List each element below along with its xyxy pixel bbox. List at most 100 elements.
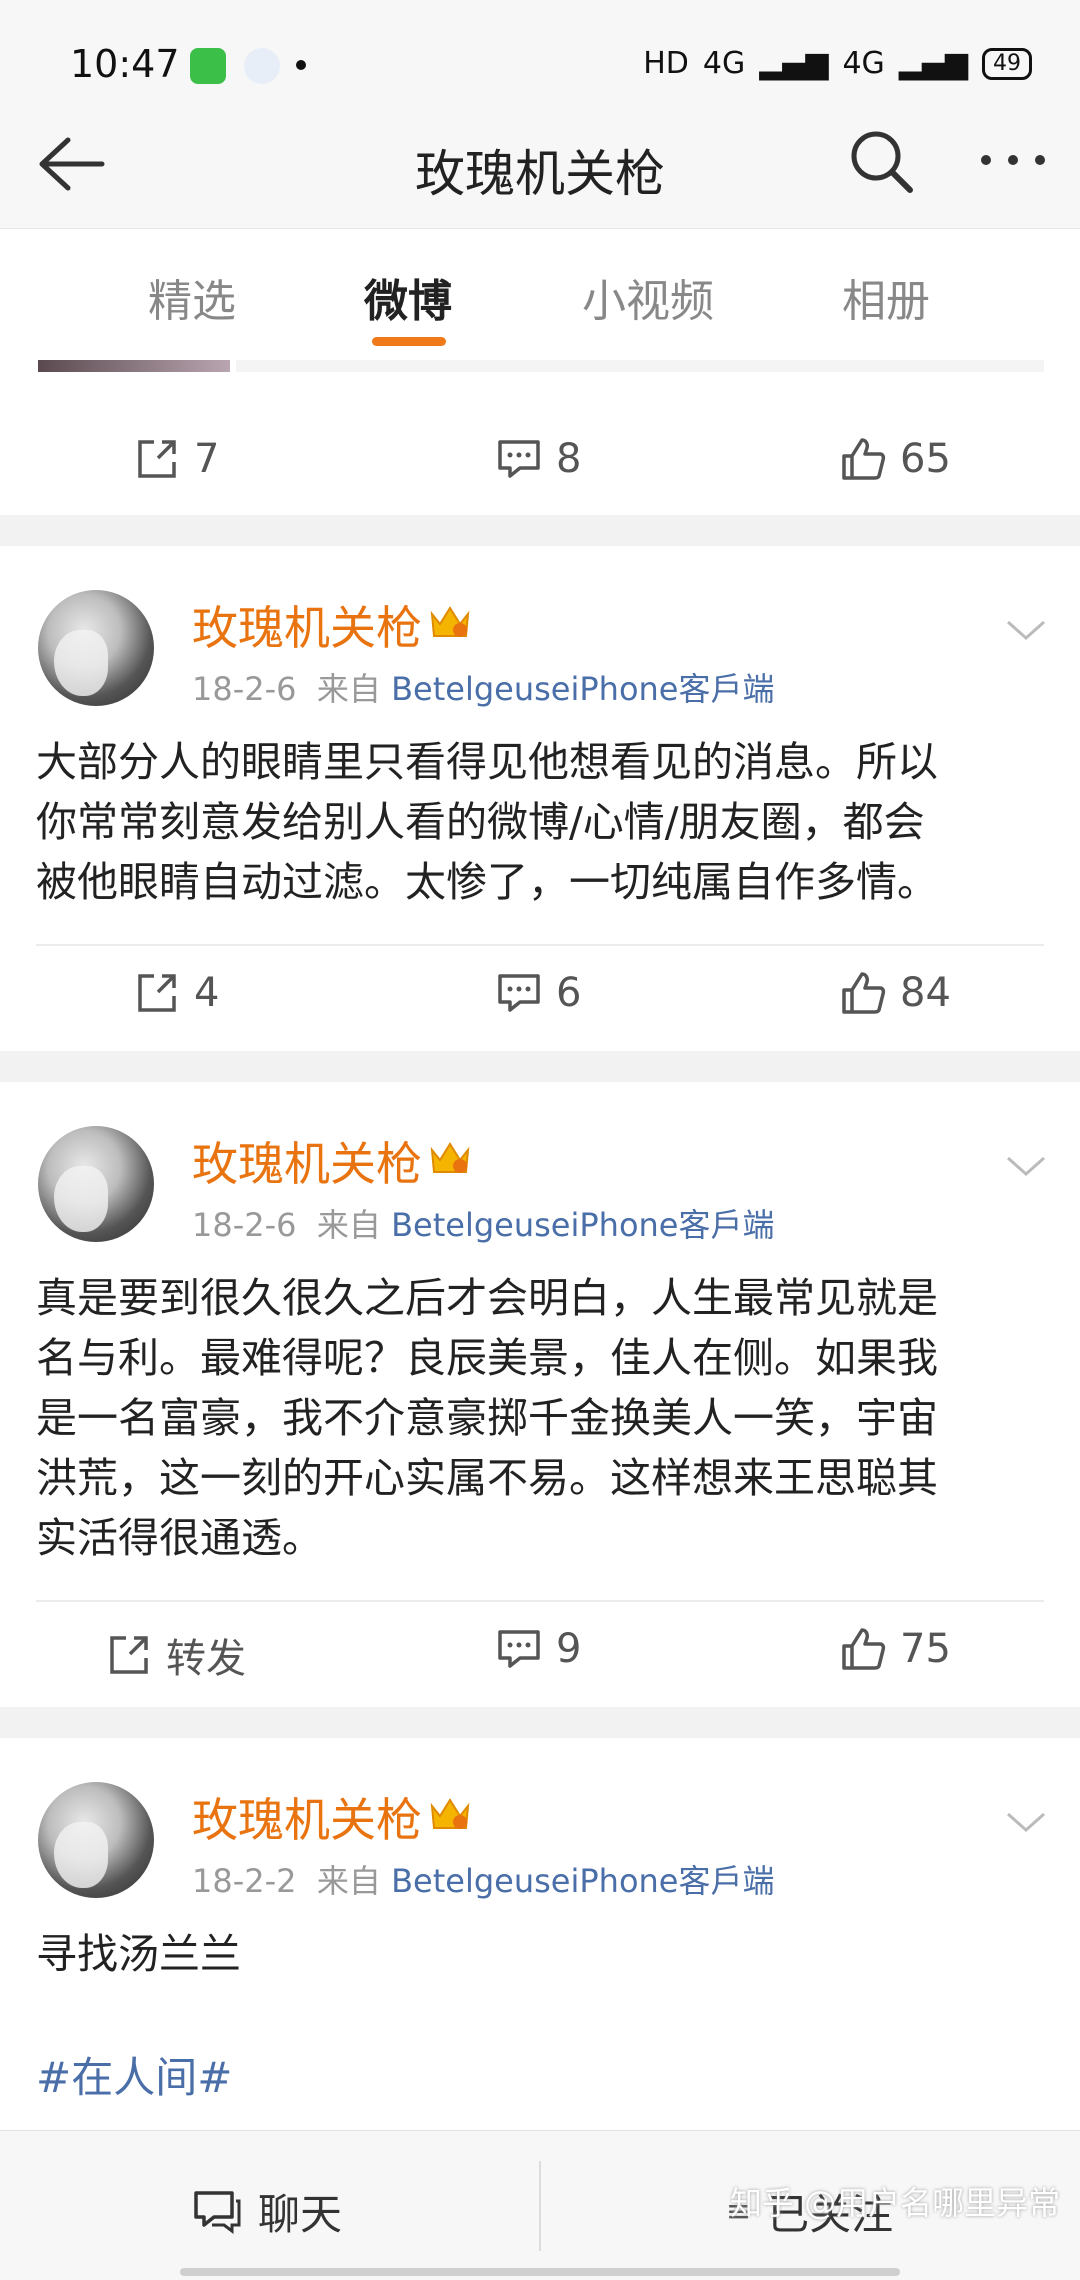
comment-button[interactable]: 6 (496, 970, 581, 1016)
chat-icon (194, 2190, 241, 2234)
chevron-down-icon[interactable] (1004, 1808, 1048, 1836)
post-image-thumbnail[interactable] (38, 360, 230, 372)
thumbs-up-icon (842, 438, 886, 480)
comment-icon (498, 1630, 540, 1668)
home-indicator[interactable] (180, 2268, 900, 2276)
more-options-icon[interactable] (978, 150, 1048, 170)
avatar[interactable] (38, 590, 154, 706)
repost-button[interactable]: 转发 (106, 1626, 246, 1684)
post-source[interactable]: BetelgeuseiPhone客戶端 (391, 670, 774, 708)
post-line: 你常常刻意发给别人看的微博/心情/朋友圈，都会 (36, 798, 925, 846)
post-actions: 7 8 65 (0, 412, 1080, 516)
active-tab-indicator (372, 337, 446, 346)
comment-count: 8 (556, 436, 582, 482)
repost-button[interactable]: 4 (134, 970, 219, 1016)
watermark-text: 知乎 @用户名哪里异常 (730, 2184, 1061, 2222)
avatar[interactable] (38, 1782, 154, 1898)
comment-button[interactable]: 8 (496, 436, 581, 482)
comment-icon (498, 974, 540, 1012)
post-line: 真是要到很久很久之后才会明白，人生最常见就是 (36, 1274, 938, 1322)
chevron-down-icon[interactable] (1004, 1152, 1048, 1180)
signal-1-icon: ▂▄▆ (759, 46, 829, 81)
like-count: 75 (900, 1626, 951, 1672)
chevron-down-icon[interactable] (1004, 616, 1048, 644)
post-meta: 18-2-6 来自 BetelgeuseiPhone客戶端 (192, 664, 775, 710)
status-icons: HD 4G ▂▄▆ 4G ▂▄▆ 49 (643, 46, 1032, 81)
post-line: 是一名富豪，我不介意豪掷千金换美人一笑，宇宙 (36, 1394, 938, 1442)
hd-indicator: HD (643, 46, 689, 81)
repost-count: 4 (194, 970, 220, 1016)
post-username[interactable]: 玫瑰机关枪 (192, 1784, 422, 1850)
tab-featured[interactable]: 精选 (148, 265, 236, 329)
comment-button[interactable]: 9 (496, 1626, 581, 1672)
network-1-indicator: 4G (702, 46, 746, 81)
post-meta: 18-2-6 来自 BetelgeuseiPhone客戶端 (192, 1200, 775, 1246)
tab-weibo[interactable]: 微博 (364, 265, 452, 329)
iqiyi-app-icon (190, 48, 226, 84)
notification-dot-icon (296, 60, 306, 70)
browser-app-icon (244, 48, 280, 84)
post-content: 大部分人的眼睛里只看得见他想看见的消息。所以 你常常刻意发给别人看的微博/心情/… (36, 732, 1046, 912)
post-image-placeholder (236, 360, 1044, 372)
clock: 10:47 (70, 42, 180, 86)
comment-count: 9 (556, 1626, 582, 1672)
post-line: 实活得很通透。 (36, 1514, 323, 1562)
like-count: 65 (900, 436, 951, 482)
post-source[interactable]: BetelgeuseiPhone客戶端 (391, 1206, 774, 1244)
post-date: 18-2-2 (192, 1862, 297, 1900)
page-title: 玫瑰机关枪 (415, 145, 665, 203)
tab-album[interactable]: 相册 (842, 265, 930, 329)
vip-crown-icon (430, 1142, 470, 1173)
post-card: 玫瑰机关枪 18-2-6 来自 BetelgeuseiPhone客戶端 真是要到… (0, 1082, 1080, 1707)
post-content: 寻找汤兰兰 (36, 1924, 1046, 1984)
post-line: 寻找汤兰兰 (36, 1930, 241, 1978)
post-line: 名与利。最难得呢？良辰美景，佳人在侧。如果我 (36, 1334, 938, 1382)
post-actions: 转发 9 75 (0, 1602, 1080, 1706)
repost-icon (138, 440, 176, 478)
avatar[interactable] (38, 1126, 154, 1242)
vip-crown-icon (430, 1798, 470, 1829)
top-nav-bar: 玫瑰机关枪 (0, 100, 1080, 230)
network-2-indicator: 4G (842, 46, 885, 81)
post-date: 18-2-6 (192, 1206, 297, 1244)
post-line: 大部分人的眼睛里只看得见他想看见的消息。所以 (36, 738, 938, 786)
repost-button[interactable]: 7 (134, 436, 219, 482)
like-button[interactable]: 65 (840, 436, 951, 482)
post-actions: 4 6 84 (0, 946, 1080, 1050)
bottom-divider (539, 2161, 541, 2251)
post-username[interactable]: 玫瑰机关枪 (192, 1128, 422, 1194)
profile-tabs: 精选 微博 小视频 相册 (0, 228, 1080, 360)
repost-label: 转发 (166, 1636, 246, 1682)
like-button[interactable]: 84 (840, 970, 951, 1016)
chat-button[interactable]: 聊天 (192, 2181, 342, 2242)
like-count: 84 (900, 970, 951, 1016)
repost-count: 7 (194, 436, 220, 482)
repost-icon (110, 1636, 148, 1674)
vip-crown-icon (430, 606, 470, 637)
post-from-label: 来自 (316, 1206, 381, 1244)
signal-2-icon: ▂▄▆ (898, 46, 968, 81)
post-card: 玫瑰机关枪 18-2-6 来自 BetelgeuseiPhone客戶端 大部分人… (0, 546, 1080, 1051)
battery-indicator: 49 (982, 47, 1032, 80)
tab-short-video[interactable]: 小视频 (582, 265, 714, 329)
post-content: 真是要到很久很久之后才会明白，人生最常见就是 名与利。最难得呢？良辰美景，佳人在… (36, 1268, 1046, 1568)
post-card-partial: 7 8 65 (0, 360, 1080, 515)
post-from-label: 来自 (316, 1862, 381, 1900)
comment-icon (498, 440, 540, 478)
chat-label: 聊天 (258, 2190, 343, 2239)
post-source[interactable]: BetelgeuseiPhone客戶端 (391, 1862, 774, 1900)
thumbs-up-icon (842, 1628, 886, 1670)
post-line: 被他眼睛自动过滤。太惨了，一切纯属自作多情。 (36, 858, 938, 906)
search-icon[interactable] (846, 126, 916, 196)
repost-icon (138, 974, 176, 1012)
post-card: 玫瑰机关枪 18-2-2 来自 BetelgeuseiPhone客戶端 寻找汤兰… (0, 1738, 1080, 2130)
comment-count: 6 (556, 970, 582, 1016)
post-date: 18-2-6 (192, 670, 297, 708)
post-line: 洪荒，这一刻的开心实属不易。这样想来王思聪其 (36, 1454, 938, 1502)
thumbs-up-icon (842, 972, 886, 1014)
post-username[interactable]: 玫瑰机关枪 (192, 592, 422, 658)
like-button[interactable]: 75 (840, 1626, 951, 1672)
post-from-label: 来自 (316, 670, 381, 708)
hashtag-link[interactable]: #在人间# (36, 2044, 232, 2105)
post-meta: 18-2-2 来自 BetelgeuseiPhone客戶端 (192, 1856, 775, 1902)
